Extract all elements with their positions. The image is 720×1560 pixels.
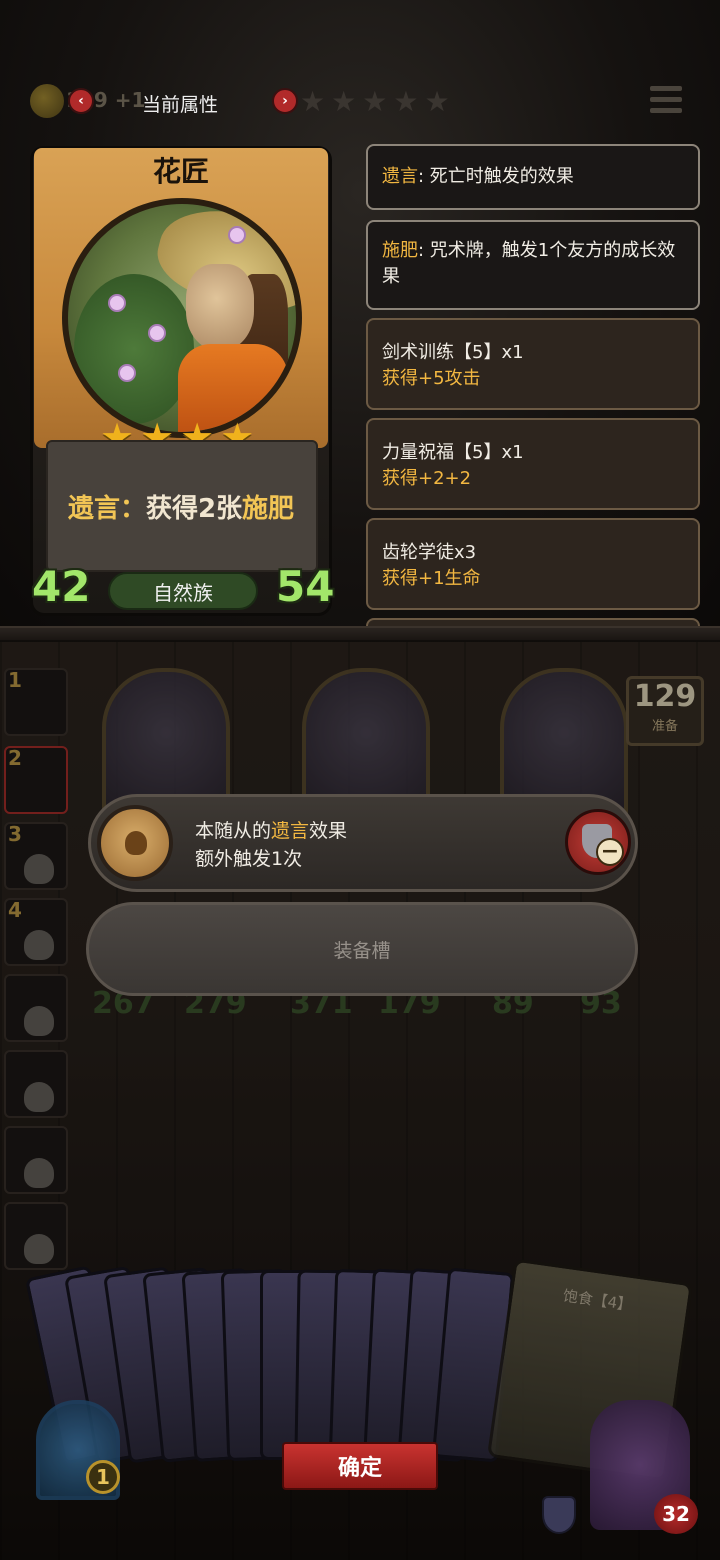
skull-medallion-icon [97,805,173,881]
hand-card-title: 饱食【4】 [561,1286,634,1315]
flower-bush [74,274,194,424]
hamburger-menu-icon[interactable] [650,86,682,116]
star-icon: ★ [362,85,388,118]
keyword-desc: : 死亡时触发的效果 [418,166,574,187]
next-arrow-button[interactable]: › [272,88,298,114]
remove-equipment-button[interactable]: − [565,809,631,875]
effect-keyword: 遗言 [271,820,310,842]
shield-icon [542,1496,576,1534]
tribe-badge: 自然族 [108,572,258,610]
star-icon: ★ [393,85,419,118]
buff-effect: 获得+2+2 [382,468,472,489]
buff-entry: 剑术训练【5】x1 获得+5攻击 [366,318,700,410]
buff-entry: 力量祝福【5】x1 获得+2+2 [366,418,700,510]
keyword-tooltip-fertilize: 施肥: 咒术牌，触发1个友方的成长效果 [366,220,700,310]
equipment-effect-popup: 本随从的遗言效果 额外触发1次 − [88,794,638,892]
flower-icon [228,226,246,244]
hero-health-badge: 32 [654,1494,698,1534]
card-name: 花匠 [152,155,209,188]
fertilize-keyword: 施肥 [242,494,295,524]
card-portrait [62,198,302,438]
gardener-face [186,264,254,350]
description-text: 获得2张 [145,494,243,524]
deck-count: 1 [86,1460,120,1494]
effect-text: 本随从的 [195,820,272,842]
keyword-desc: : 咒术牌，触发1个友方的成长效果 [382,240,676,287]
effect-text: 效果 [309,820,348,842]
buff-entry: 齿轮学徒x3 获得+1生命 [366,518,700,610]
equipment-slot[interactable]: 装备槽 [86,902,638,996]
equipment-effect-text: 本随从的遗言效果 额外触发1次 [195,817,347,873]
buff-title: 剑术训练【5】x1 [382,342,524,363]
minus-icon: − [596,838,624,866]
health-stat: 54 [276,562,335,611]
buff-title: 力量祝福【5】x1 [382,442,524,463]
flower-icon [118,364,136,382]
confirm-button[interactable]: 确定 [282,1442,438,1490]
star-icon: ★ [331,85,357,118]
deathrattle-keyword: 遗言： [67,494,146,524]
prev-arrow-button[interactable]: ‹ [68,88,94,114]
keyword-tooltip-deathrattle: 遗言: 死亡时触发的效果 [366,144,700,210]
attack-stat: 42 [32,562,91,611]
flower-icon [148,324,166,342]
star-icon: ★ [300,85,326,118]
tier-stars: ★ ★ ★ ★ ★ [300,88,450,116]
keyword-label: 施肥 [382,240,418,261]
keyword-label: 遗言 [382,166,418,187]
coin-icon [30,84,64,118]
minion-card: 花匠 ★ ★ ★ ★ 遗言：获得2张施肥 42 自然族 54 [22,140,340,620]
effect-text-line2: 额外触发1次 [195,848,303,870]
flower-icon [108,294,126,312]
buff-effect: 获得+1生命 [382,568,481,589]
buff-effect: 获得+5攻击 [382,368,481,389]
attribute-title: 当前属性 [142,94,219,116]
buff-title: 齿轮学徒x3 [382,542,477,563]
star-icon: ★ [424,85,450,118]
card-description: 遗言：获得2张施肥 [22,488,340,525]
